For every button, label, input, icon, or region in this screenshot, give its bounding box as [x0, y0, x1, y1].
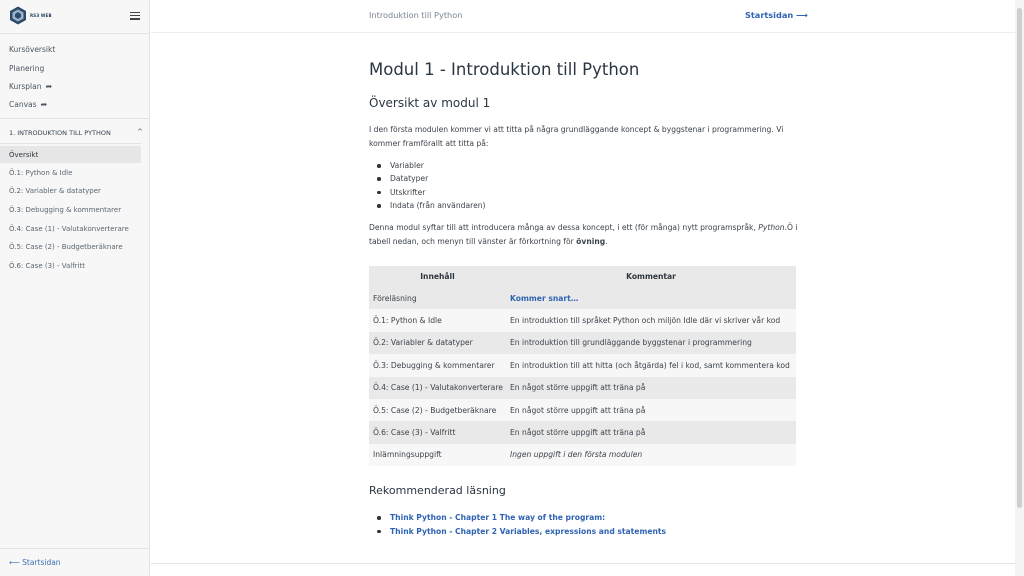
sub-item-label: Ö.2: Variabler & datatyper: [9, 187, 101, 195]
table-cell: En något större uppgift att träna på: [506, 376, 796, 399]
table-cell: Ö.5: Case (2) - Budgetberäknare: [369, 398, 506, 422]
hamburger-menu-icon[interactable]: [130, 10, 142, 21]
external-link-icon: ➦: [45, 82, 53, 91]
sidebar-link-kursoversikt[interactable]: Kursöversikt: [9, 45, 55, 54]
table-row: Ö.6: Case (3) - Valfritt En något större …: [369, 421, 796, 444]
table-row: Ö.3: Debugging & kommentarer En introdukt…: [369, 354, 796, 377]
scrollbar-thumb[interactable]: [1017, 8, 1022, 508]
overview-heading: Översikt av modul 1: [369, 96, 491, 110]
list-item: Utskrifter: [369, 186, 486, 199]
sidebar-sub-item-o5[interactable]: Ö.5: Case (2) - Budgetberäknare: [9, 243, 123, 251]
home-link[interactable]: Startsidan ⟶: [745, 10, 808, 20]
table-row: Ö.2: Variabler & datatyper En introduktio…: [369, 331, 796, 355]
sidebar-link-label: Kursöversikt: [9, 45, 56, 54]
top-header: Introduktion till Python Startsidan ⟶: [151, 0, 1024, 33]
sub-item-label: Ö.3: Debugging & kommentarer: [9, 206, 122, 214]
sidebar-sub-item-o3[interactable]: Ö.3: Debugging & kommentarer: [9, 206, 121, 214]
sidebar-divider: [0, 548, 150, 549]
reading-link-chapter-2[interactable]: Think Python - Chapter 2 Variables, expr…: [390, 527, 666, 536]
table-cell: Ingen uppgift i den första modulen: [506, 443, 796, 467]
list-item: Variabler: [369, 159, 486, 172]
reading-list: Think Python - Chapter 1 The way of the …: [369, 511, 666, 538]
sidebar-section-toggle[interactable]: 1. INTRODUKTION TILL PYTHON ^: [9, 128, 143, 137]
sidebar-sub-item-o2[interactable]: Ö.2: Variabler & datatyper: [9, 187, 101, 195]
list-item: Datatyper: [369, 172, 486, 185]
sidebar-header: RS3 WEB: [8, 6, 142, 26]
table-cell: En något större uppgift att träna på: [506, 421, 796, 444]
sidebar-link-kursplan[interactable]: Kursplan ➦: [9, 82, 52, 91]
table-row: Ö.4: Case (1) - Valutakonverterare En någ…: [369, 376, 796, 399]
description-text: .: [605, 236, 608, 246]
table-header-kommentar: Kommentar: [506, 266, 796, 287]
page-title: Modul 1 - Introduktion till Python: [369, 60, 640, 79]
table-cell: Inlämningsuppgift: [369, 443, 506, 467]
sidebar-sub-item-o4[interactable]: Ö.4: Case (1) - Valutakonverterare: [9, 225, 129, 233]
sidebar-link-label: Canvas: [9, 100, 37, 109]
sub-item-label: Ö.5: Case (2) - Budgetberäknare: [9, 243, 123, 251]
reading-heading: Rekommenderad läsning: [369, 484, 506, 497]
sidebar-link-planering[interactable]: Planering: [9, 64, 44, 73]
table-row: Föreläsning Kommer snart…: [369, 287, 796, 310]
table-cell: Ö.6: Case (3) - Valfritt: [369, 421, 506, 444]
table-cell: Ö.1: Python & Idle: [369, 309, 506, 332]
table-header-innehall: Innehåll: [369, 266, 506, 287]
reading-link-chapter-1[interactable]: Think Python - Chapter 1 The way of the …: [390, 513, 605, 522]
footer-divider: [151, 563, 1024, 564]
sub-item-label: Ö.1: Python & Idle: [9, 169, 73, 177]
logo-icon: [10, 6, 26, 25]
sidebar-sub-item-oversikt[interactable]: Översikt: [9, 151, 38, 159]
sub-item-label: Översikt: [9, 151, 39, 159]
sub-item-label: Ö.6: Case (3) - Valfritt: [9, 262, 85, 270]
table-cell: En introduktion till att hitta (och åtgä…: [506, 354, 796, 377]
table-row: Inlämningsuppgift Ingen uppgift i den för…: [369, 443, 796, 467]
sub-item-label: Ö.4: Case (1) - Valutakonverterare: [9, 225, 129, 233]
sidebar-divider: [0, 143, 141, 144]
back-to-home-link[interactable]: ⟵ Startsidan: [9, 558, 61, 567]
topic-list: Variabler Datatyper Utskrifter Indata (f…: [369, 159, 486, 213]
logo-text: RS3 WEB: [30, 13, 52, 18]
coming-soon-link[interactable]: Kommer snart…: [506, 287, 796, 310]
table-cell: En introduktion till språket Python och …: [506, 309, 796, 332]
list-item: Think Python - Chapter 1 The way of the …: [369, 511, 666, 525]
table-cell: En introduktion till grundläggande byggs…: [506, 331, 796, 355]
table-cell: Föreläsning: [369, 287, 506, 310]
header-title: Introduktion till Python: [369, 10, 463, 20]
sidebar-sub-item-o6[interactable]: Ö.6: Case (3) - Valfritt: [9, 262, 85, 270]
sidebar-divider: [0, 33, 150, 34]
list-item: Indata (från användaren): [369, 199, 486, 212]
python-emphasis: Python.: [758, 223, 788, 232]
sidebar-link-canvas[interactable]: Canvas ➦: [9, 100, 47, 109]
ovning-bold: övning: [576, 236, 606, 246]
description-text: Denna modul syftar till att introducera …: [369, 223, 759, 232]
table-cell: Ö.3: Debugging & kommentarer: [369, 354, 506, 377]
table-cell: Ö.2: Variabler & datatyper: [369, 331, 506, 355]
table-cell: Ö.4: Case (1) - Valutakonverterare: [369, 376, 506, 399]
intro-paragraph: I den första modulen kommer vi att titta…: [369, 125, 784, 148]
module-description: Denna modul syftar till att introducera …: [369, 221, 799, 248]
sidebar-divider: [0, 118, 150, 119]
table-row: Ö.1: Python & Idle En introduktion till s…: [369, 309, 796, 332]
list-item: Think Python - Chapter 2 Variables, expr…: [369, 525, 666, 539]
sidebar-link-label: Planering: [9, 64, 45, 73]
section-label: 1. INTRODUKTION TILL PYTHON: [9, 129, 111, 137]
sidebar: RS3 WEB Kursöversikt Planering Kursplan ➦…: [0, 0, 150, 576]
table-cell: En något större uppgift att träna på: [506, 398, 796, 422]
scrollbar[interactable]: [1015, 0, 1024, 576]
table-row: Ö.5: Case (2) - Budgetberäknare En något …: [369, 398, 796, 422]
external-link-icon: ➦: [40, 100, 48, 109]
sidebar-sub-item-o1[interactable]: Ö.1: Python & Idle: [9, 169, 72, 177]
sidebar-link-label: Kursplan: [9, 82, 42, 91]
content-table: Innehåll Kommentar Föreläsning Kommer sna…: [369, 266, 796, 467]
chevron-up-icon: ^: [137, 128, 143, 136]
